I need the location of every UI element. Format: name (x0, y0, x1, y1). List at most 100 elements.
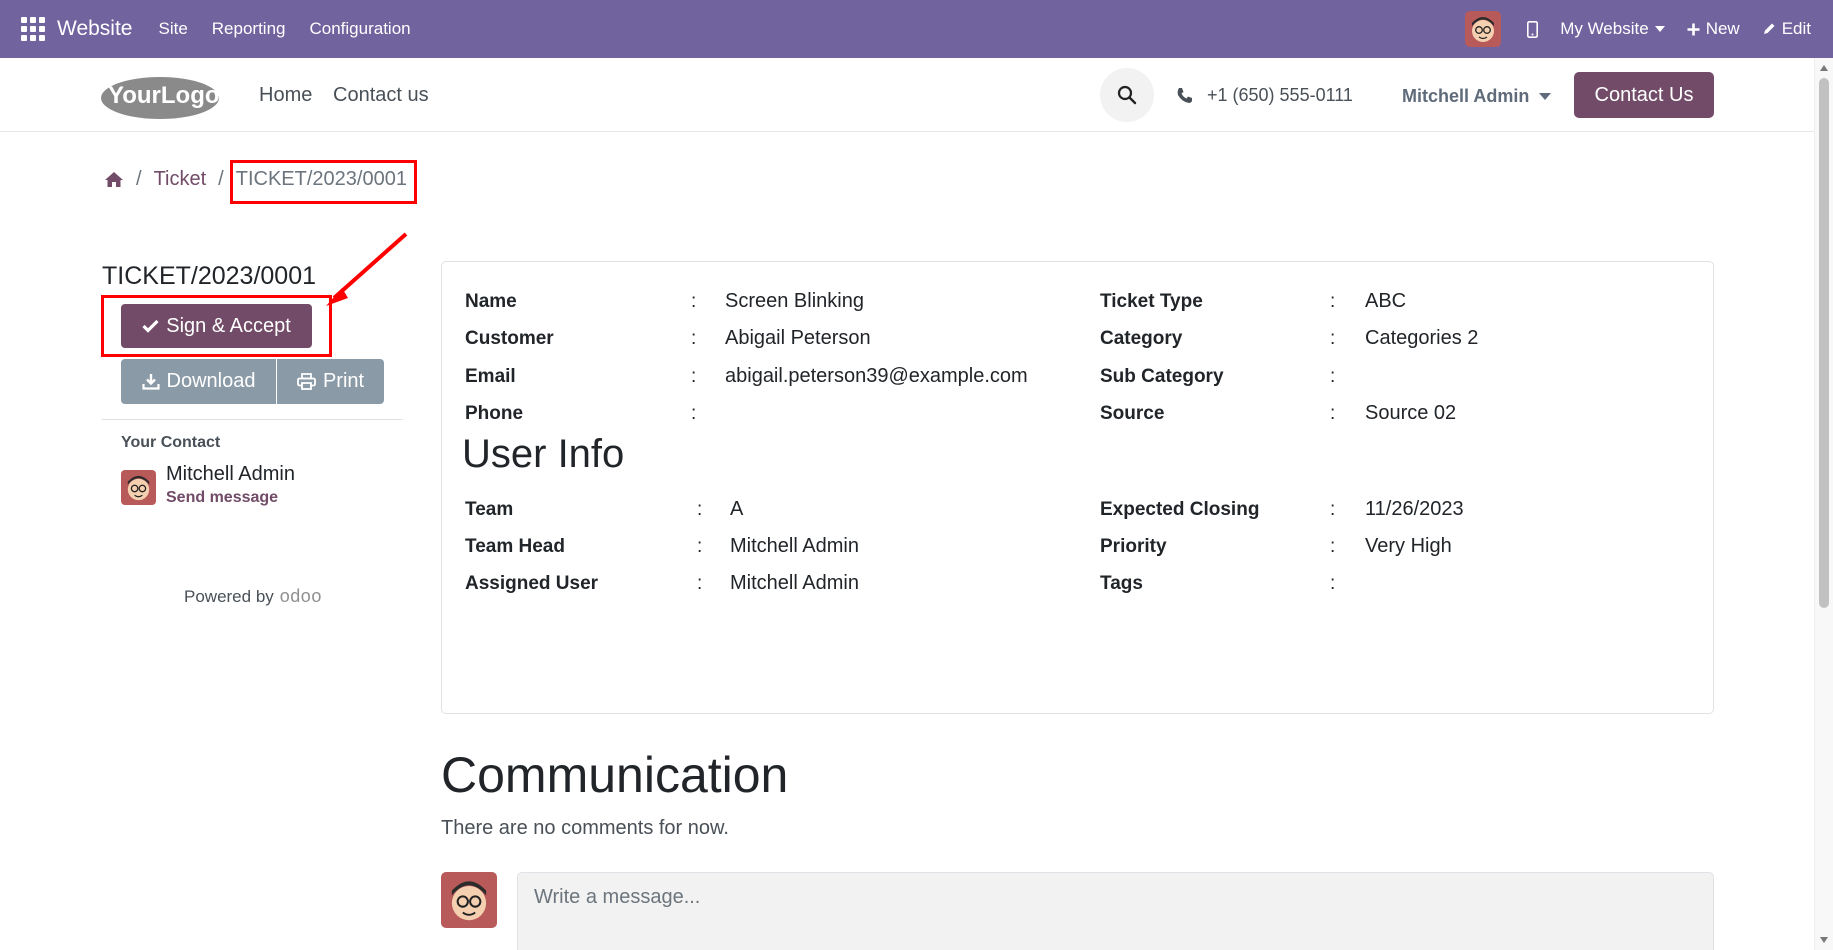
communication-title: Communication (441, 747, 789, 803)
field-colon: : (1330, 499, 1336, 520)
phone-text: +1 (650) 555-0111 (1207, 85, 1353, 105)
ticket-details-card (441, 261, 1714, 714)
field-colon: : (691, 366, 697, 387)
menu-configuration[interactable]: Configuration (298, 19, 423, 39)
field-colon: : (1330, 291, 1336, 312)
field-value-team: A (730, 498, 744, 520)
field-label-source: Source (1100, 403, 1165, 424)
sidebar-divider (102, 419, 403, 420)
breadcrumb-separator: / (136, 168, 142, 190)
apps-grid-icon[interactable] (21, 17, 45, 41)
field-label-expected-closing: Expected Closing (1100, 499, 1260, 520)
download-label: Download (166, 370, 256, 392)
field-colon: : (691, 291, 697, 312)
field-label-phone: Phone (465, 403, 524, 424)
field-label-tags: Tags (1100, 573, 1143, 594)
breadcrumb-separator: / (218, 168, 224, 190)
message-input[interactable]: Write a message... (517, 872, 1714, 950)
field-colon: : (697, 536, 703, 557)
field-value-ticket-type: ABC (1365, 290, 1407, 312)
field-label-team: Team (465, 499, 514, 520)
powered-by: Powered by odoo (184, 586, 322, 607)
contact-avatar (121, 470, 156, 505)
mobile-icon (1527, 20, 1539, 38)
field-label-category: Category (1100, 328, 1183, 349)
send-message-link[interactable]: Send message (166, 489, 278, 507)
field-label-customer: Customer (465, 328, 554, 349)
phone-number[interactable]: +1 (650) 555-0111 (1176, 85, 1353, 106)
powered-by-label: Powered by (184, 586, 274, 606)
field-label-priority: Priority (1100, 536, 1167, 557)
field-label-assigned-user: Assigned User (465, 573, 599, 594)
field-colon: : (1330, 573, 1336, 594)
home-icon[interactable] (104, 171, 124, 188)
field-colon: : (1330, 536, 1336, 557)
field-colon: : (1330, 403, 1336, 424)
pencil-icon (1763, 23, 1775, 34)
field-colon: : (697, 499, 703, 520)
user-menu-label: Mitchell Admin (1402, 86, 1530, 106)
contact-name: Mitchell Admin (166, 463, 295, 485)
ticket-title: TICKET/2023/0001 (102, 262, 317, 290)
contact-us-button[interactable]: Contact Us (1574, 72, 1714, 118)
field-colon: : (691, 403, 697, 424)
field-label-sub-category: Sub Category (1100, 366, 1224, 387)
nav-home[interactable]: Home (259, 84, 312, 107)
field-label-name: Name (465, 291, 517, 312)
app-name[interactable]: Website (57, 17, 132, 41)
download-icon (141, 374, 160, 390)
field-colon: : (1330, 366, 1336, 387)
user-menu[interactable]: Mitchell Admin (1402, 86, 1552, 107)
field-colon: : (1330, 328, 1336, 349)
field-value-category: Categories 2 (1365, 327, 1479, 349)
composer-avatar (441, 872, 497, 928)
logo-text: YourLogo (108, 82, 220, 109)
field-value-name: Screen Blinking (725, 290, 864, 312)
your-contact-heading: Your Contact (121, 434, 221, 451)
print-label: Print (322, 370, 365, 392)
caret-down-icon (1539, 93, 1552, 100)
admin-topbar: Website Site Reporting Configuration My … (0, 0, 1833, 58)
no-comments-text: There are no comments for now. (441, 817, 729, 839)
menu-site[interactable]: Site (146, 19, 199, 39)
field-colon: : (697, 573, 703, 594)
field-label-email: Email (465, 366, 516, 387)
search-button[interactable] (1100, 68, 1154, 122)
field-value-source: Source 02 (1365, 402, 1457, 424)
annotation-arrow (326, 232, 408, 306)
print-icon (297, 373, 316, 390)
field-colon: : (691, 328, 697, 349)
website-header: YourLogo Home Contact us +1 (650) 555-01… (0, 58, 1814, 132)
field-value-priority: Very High (1365, 535, 1452, 557)
logo[interactable]: YourLogo (100, 74, 222, 120)
mobile-preview-button[interactable] (1527, 20, 1539, 38)
breadcrumb-ticket[interactable]: Ticket (154, 168, 207, 191)
phone-icon (1177, 88, 1192, 103)
scroll-thumb[interactable] (1819, 78, 1829, 608)
user-info-title: User Info (462, 432, 625, 476)
highlight-box-sign (101, 295, 332, 357)
scroll-down-arrow-icon[interactable] (1820, 937, 1828, 943)
edit-button[interactable]: Edit (1762, 19, 1811, 39)
highlight-box-breadcrumb (230, 160, 417, 204)
field-label-ticket-type: Ticket Type (1100, 291, 1203, 312)
field-value-team-head: Mitchell Admin (730, 535, 859, 557)
print-button[interactable]: Print (277, 359, 384, 404)
new-label: New (1705, 19, 1740, 38)
caret-down-icon (1654, 26, 1665, 32)
page-scrollbar[interactable] (1814, 58, 1833, 950)
search-icon (1117, 85, 1137, 105)
new-button[interactable]: New (1687, 19, 1740, 39)
edit-label: Edit (1781, 19, 1811, 38)
nav-contact-us[interactable]: Contact us (333, 84, 429, 107)
scroll-up-arrow-icon[interactable] (1820, 65, 1828, 71)
odoo-logo[interactable]: odoo (280, 586, 322, 607)
plus-icon (1687, 23, 1700, 35)
top-user-avatar[interactable] (1465, 11, 1502, 47)
field-value-expected-closing: 11/26/2023 (1365, 498, 1464, 520)
download-button[interactable]: Download (121, 359, 276, 404)
website-switcher-label: My Website (1560, 19, 1649, 38)
menu-reporting[interactable]: Reporting (200, 19, 298, 39)
field-value-email: abigail.peterson39@example.com (725, 365, 1028, 387)
website-switcher[interactable]: My Website (1560, 19, 1665, 39)
